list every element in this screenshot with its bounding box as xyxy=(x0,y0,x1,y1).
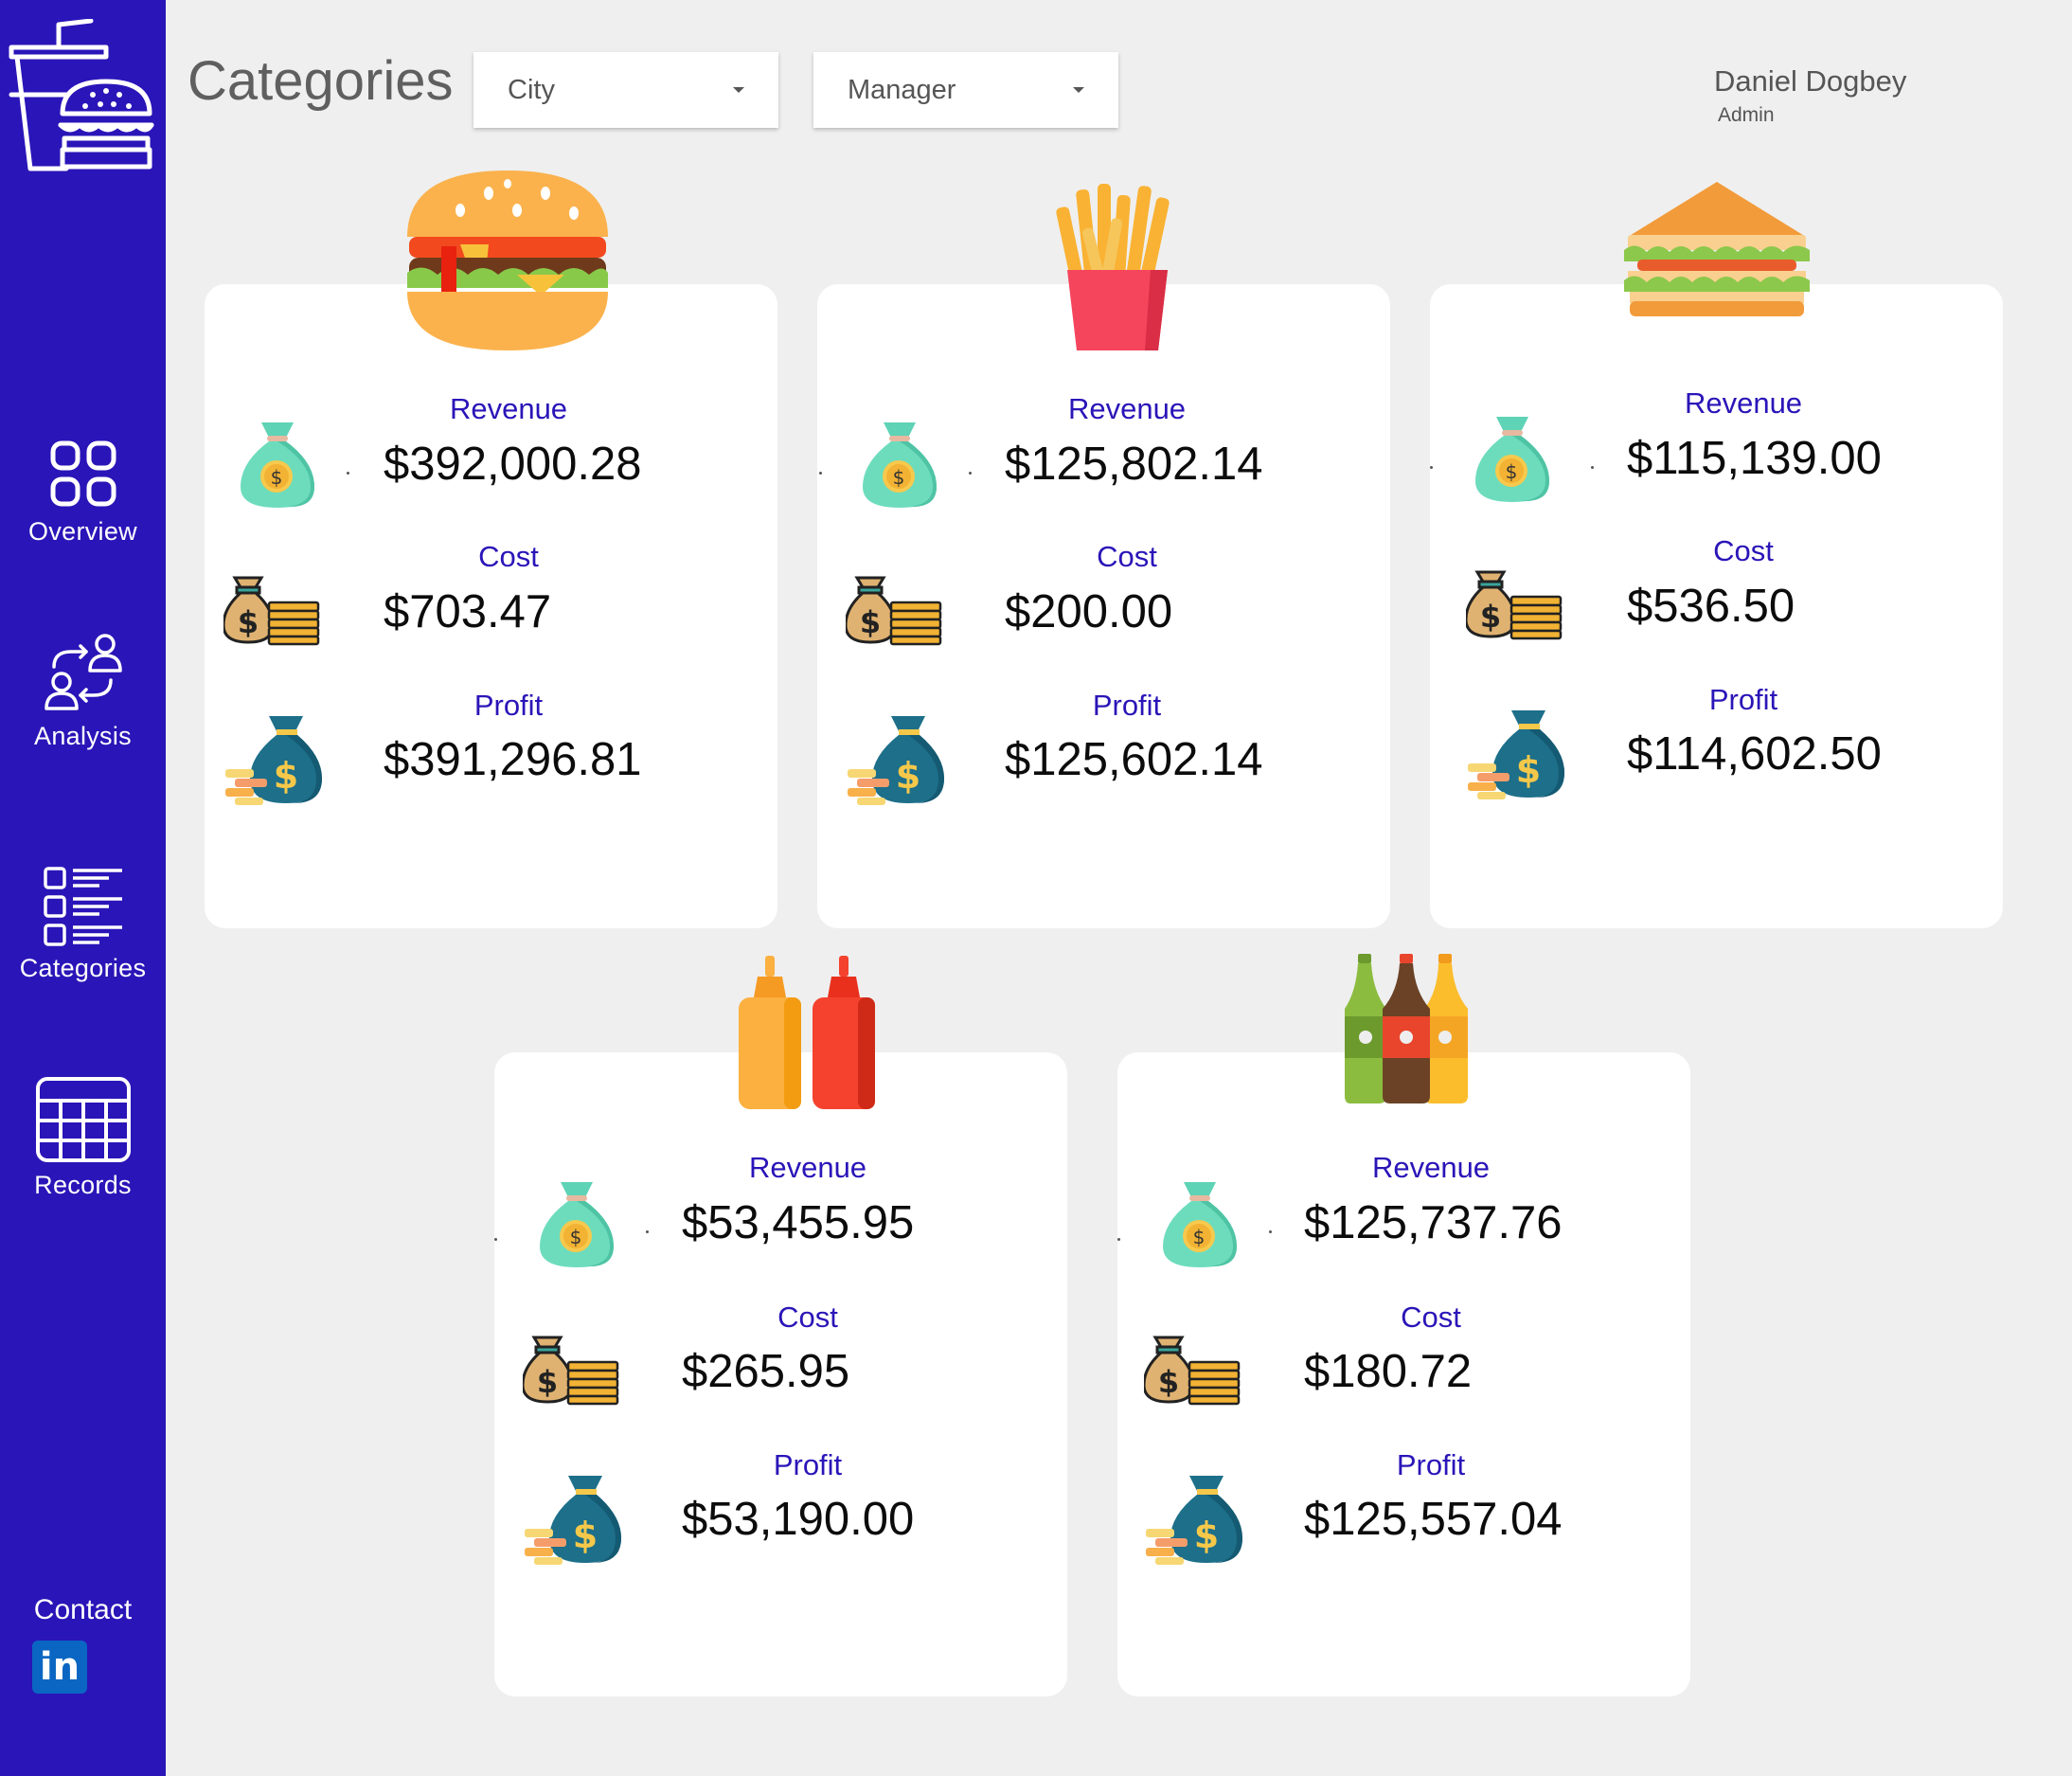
separator-dot xyxy=(969,472,972,475)
cost-icon xyxy=(523,1330,621,1406)
overview-icon xyxy=(50,440,116,507)
separator-dot xyxy=(1591,466,1594,469)
category-card-fries: Revenue $125,802.14 Cost $200.00 Profit … xyxy=(817,184,1390,928)
sauce-bottles-icon xyxy=(739,956,875,1109)
cost-value: $536.50 xyxy=(1627,581,1795,632)
cost-value: $180.72 xyxy=(1304,1346,1473,1397)
profit-icon xyxy=(846,712,944,807)
profit-value: $114,602.50 xyxy=(1627,728,1882,780)
burger-icon xyxy=(407,170,608,350)
separator-dot xyxy=(1269,1230,1272,1233)
profit-value: $53,190.00 xyxy=(682,1494,915,1545)
cost-value: $265.95 xyxy=(682,1346,850,1397)
profit-icon xyxy=(1466,707,1564,801)
category-card-sauces: Revenue $53,455.95 Cost $265.95 Profit $… xyxy=(494,956,1067,1696)
profit-icon xyxy=(223,712,322,807)
sidebar-item-label: Records xyxy=(34,1171,132,1199)
revenue-label: Revenue xyxy=(748,1151,867,1184)
category-card-sandwich: Revenue $115,139.00 Cost $536.50 Profit … xyxy=(1430,182,2003,928)
linkedin-icon[interactable]: in xyxy=(32,1641,87,1694)
separator-dot xyxy=(1117,1238,1120,1241)
revenue-value: $115,139.00 xyxy=(1627,433,1882,484)
separator-dot xyxy=(819,472,822,475)
cost-label: Cost xyxy=(478,540,539,573)
cost-label: Cost xyxy=(1401,1301,1461,1334)
category-card-burger: Revenue $392,000.28 Cost $703.47 Profit … xyxy=(205,170,777,928)
sidebar-item-label: Analysis xyxy=(34,722,132,750)
revenue-icon xyxy=(1157,1176,1242,1271)
cost-icon xyxy=(846,570,944,646)
revenue-value: $392,000.28 xyxy=(384,439,642,490)
profit-label: Profit xyxy=(1092,689,1162,722)
cost-label: Cost xyxy=(1097,540,1157,573)
analysis-icon xyxy=(44,634,122,710)
soda-bottles-icon xyxy=(1345,954,1468,1103)
revenue-label: Revenue xyxy=(449,392,568,425)
revenue-icon xyxy=(235,417,320,511)
fastfood-logo-icon xyxy=(9,19,154,171)
sidebar-item-overview[interactable]: Overview xyxy=(0,438,166,547)
sidebar-item-label: Overview xyxy=(28,517,137,546)
chevron-down-icon xyxy=(733,87,744,93)
sidebar-item-categories[interactable]: Categories xyxy=(0,865,166,983)
revenue-value: $125,737.76 xyxy=(1304,1197,1563,1248)
cost-value: $703.47 xyxy=(384,586,552,637)
separator-dot xyxy=(646,1230,649,1233)
revenue-label: Revenue xyxy=(1684,386,1803,420)
revenue-label: Revenue xyxy=(1371,1151,1491,1184)
profit-value: $391,296.81 xyxy=(384,734,642,785)
separator-dot xyxy=(1430,466,1433,469)
records-icon xyxy=(35,1077,131,1162)
profit-label: Profit xyxy=(773,1448,843,1481)
user-role: Admin xyxy=(1718,104,1775,126)
sidebar: Overview Analysis Categories Records Con… xyxy=(0,0,166,1776)
cost-icon xyxy=(223,570,322,646)
revenue-icon xyxy=(1470,411,1555,506)
fries-icon xyxy=(1056,184,1170,350)
city-dropdown-value: City xyxy=(508,74,555,105)
manager-dropdown-value: Manager xyxy=(848,74,956,105)
sidebar-item-records[interactable]: Records xyxy=(0,1076,166,1200)
profit-icon xyxy=(1144,1472,1242,1567)
profit-value: $125,602.14 xyxy=(1005,734,1263,785)
separator-dot xyxy=(347,472,349,475)
profit-label: Profit xyxy=(473,689,544,722)
chevron-down-icon xyxy=(1073,87,1084,93)
page-title: Categories xyxy=(188,50,454,112)
revenue-value: $53,455.95 xyxy=(682,1197,915,1248)
profit-label: Profit xyxy=(1708,683,1778,716)
revenue-label: Revenue xyxy=(1067,392,1187,425)
sandwich-icon xyxy=(1624,182,1810,316)
category-card-drinks: Revenue $125,737.76 Cost $180.72 Profit … xyxy=(1117,954,1690,1696)
cost-value: $200.00 xyxy=(1005,586,1173,637)
sidebar-item-label: Categories xyxy=(19,954,147,982)
cost-icon xyxy=(1144,1330,1242,1406)
contact-label: Contact xyxy=(33,1594,133,1625)
categories-icon xyxy=(43,867,122,946)
user-name: Daniel Dogbey xyxy=(1714,64,1907,98)
city-dropdown[interactable]: City xyxy=(473,52,778,128)
revenue-icon xyxy=(534,1176,619,1271)
profit-label: Profit xyxy=(1396,1448,1466,1481)
cost-label: Cost xyxy=(1713,534,1774,567)
profit-icon xyxy=(523,1472,621,1567)
sidebar-item-analysis[interactable]: Analysis xyxy=(0,633,166,751)
separator-dot xyxy=(494,1238,497,1241)
cost-label: Cost xyxy=(777,1301,838,1334)
cost-icon xyxy=(1466,565,1564,640)
revenue-value: $125,802.14 xyxy=(1005,439,1263,490)
manager-dropdown[interactable]: Manager xyxy=(813,52,1118,128)
revenue-icon xyxy=(857,417,942,511)
profit-value: $125,557.04 xyxy=(1304,1494,1563,1545)
